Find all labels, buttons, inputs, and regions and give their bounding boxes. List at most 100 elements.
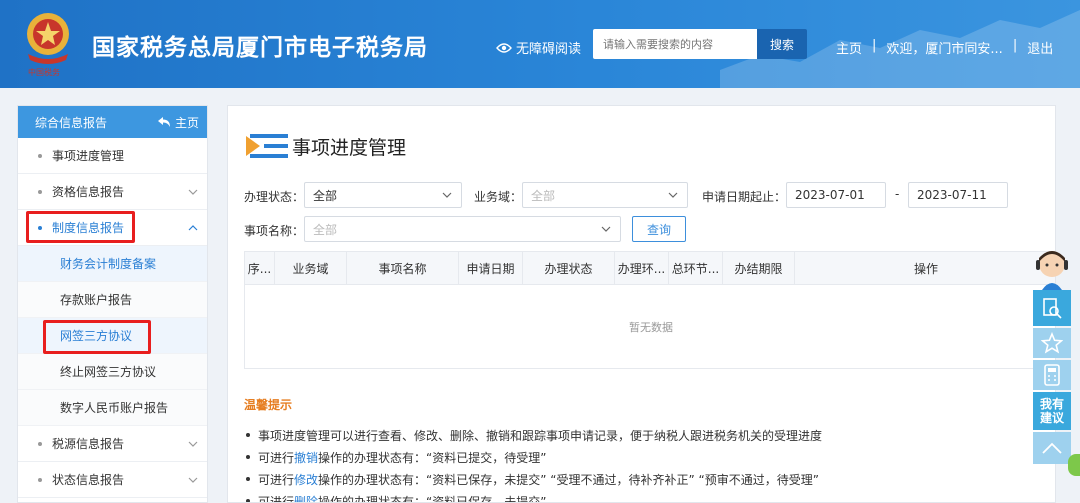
date-from-input[interactable]: 2023-07-01	[786, 182, 886, 208]
col-item-name[interactable]: 事项名称	[347, 252, 459, 285]
domain-label: 业务域：	[474, 190, 523, 204]
sidebar-item-qualification[interactable]: 资格信息报告	[18, 174, 207, 210]
tip-text: 操作的办理状态有：“资料已保存，未提交” “受理不通过，待补齐补正” “预审不通…	[318, 472, 819, 487]
tip-text: 可进行	[258, 450, 295, 465]
chevron-up-icon	[1042, 442, 1062, 454]
progress-table: 序... 业务域 事项名称 申请日期 办理状态 办理环... 总环节... 办结…	[244, 251, 1055, 369]
col-apply-date[interactable]: 申请日期	[459, 252, 523, 285]
tip-item: 可进行 撤销 操作的办理状态有：“资料已提交，待受理”	[246, 446, 1036, 468]
tip-text: 操作的办理状态有：“资料已保存，未提交”	[318, 494, 547, 503]
back-to-top-button[interactable]	[1033, 432, 1071, 464]
tips-list: 事项进度管理可以进行查看、修改、删除、撤销和跟踪事项申请记录，便于纳税人跟进税务…	[246, 424, 1036, 503]
table-empty-text: 暂无数据	[629, 321, 673, 334]
col-index[interactable]: 序...	[245, 252, 275, 285]
search-input[interactable]	[593, 29, 757, 59]
sidebar-subitem-terminate-agreement[interactable]: 终止网签三方协议	[18, 354, 207, 390]
col-deadline[interactable]: 办结期限	[723, 252, 795, 285]
site-header: 中国税务 国家税务总局厦门市电子税务局 无障碍阅读 搜索 主页 | 欢迎，厦门市…	[0, 0, 1080, 88]
sidebar-home-label: 主页	[174, 115, 199, 130]
nav-separator: |	[1012, 38, 1018, 53]
sidebar-subitem-digital-rmb[interactable]: 数字人民币账户报告	[18, 390, 207, 426]
search-button[interactable]: 搜索	[757, 29, 807, 59]
nav-home-link[interactable]: 主页	[836, 38, 862, 57]
assistant-avatar-icon[interactable]	[1030, 246, 1074, 290]
tip-item: 可进行 修改 操作的办理状态有：“资料已保存，未提交” “受理不通过，待补齐补正” …	[246, 468, 1036, 490]
svg-text:中国税务: 中国税务	[28, 67, 60, 77]
item-name-select[interactable]: 全部	[304, 216, 621, 242]
tips-title: 温馨提示	[244, 398, 293, 412]
main-panel: 事项进度管理 办理状态： 全部 业务域： 全部 申请日期起止： 2023-07-…	[227, 105, 1056, 503]
tax-emblem-logo[interactable]: 中国税务	[22, 10, 80, 78]
tip-item: 可进行 删除 操作的办理状态有：“资料已保存，未提交”	[246, 490, 1036, 503]
calculator-button[interactable]	[1033, 360, 1071, 390]
consult-button[interactable]	[1033, 290, 1071, 326]
tip-link-delete[interactable]: 删除	[294, 493, 318, 503]
site-title: 国家税务总局厦门市电子税务局	[92, 35, 428, 61]
star-icon	[1041, 332, 1063, 354]
col-total-steps[interactable]: 总环节...	[669, 252, 723, 285]
nav-logout-link[interactable]: 退出	[1027, 38, 1053, 57]
suggestion-button[interactable]: 我有 建议	[1033, 392, 1071, 430]
col-domain[interactable]: 业务域	[275, 252, 347, 285]
tip-item: 事项进度管理可以进行查看、修改、删除、撤销和跟踪事项申请记录，便于纳税人跟进税务…	[246, 424, 1036, 446]
tip-text: 事项进度管理可以进行查看、修改、删除、撤销和跟踪事项申请记录，便于纳税人跟进税务…	[258, 428, 823, 443]
chevron-down-icon	[188, 189, 198, 195]
chevron-down-icon	[188, 477, 198, 483]
highlight-box-system-report	[26, 211, 135, 243]
date-separator: -	[895, 187, 900, 201]
tip-text: 操作的办理状态有：“资料已提交，待受理”	[318, 450, 547, 465]
status-select-value: 全部	[313, 188, 338, 203]
sidebar-item-tax-source[interactable]: 税源信息报告	[18, 426, 207, 462]
query-button[interactable]: 查询	[632, 216, 686, 242]
page-title-block: 事项进度管理	[246, 131, 406, 161]
sidebar-item-label: 税源信息报告	[52, 437, 125, 451]
sidebar-home-link[interactable]: 主页	[157, 114, 199, 131]
sidebar-title: 综合信息报告	[35, 115, 108, 130]
nav-welcome-user[interactable]: 欢迎，厦门市同安...	[886, 38, 1002, 57]
domain-select[interactable]: 全部	[522, 182, 688, 208]
chevron-down-icon	[668, 192, 678, 198]
tip-link-revoke[interactable]: 撤销	[294, 449, 318, 466]
col-actions[interactable]: 操作	[795, 252, 1055, 285]
tip-text: 可进行	[258, 472, 295, 487]
chevron-down-icon	[601, 226, 611, 232]
accessibility-label: 无障碍阅读	[516, 42, 582, 57]
item-name-placeholder: 全部	[313, 222, 338, 237]
accessibility-link[interactable]: 无障碍阅读	[496, 38, 581, 57]
bullet-icon	[38, 477, 42, 482]
calculator-icon	[1044, 364, 1060, 386]
bullet-icon	[38, 189, 42, 194]
highlight-box-tripartite-agreement	[43, 320, 151, 354]
sidebar-subitem-deposit-account[interactable]: 存款账户报告	[18, 282, 207, 318]
status-label: 办理状态：	[244, 190, 305, 204]
domain-select-placeholder: 全部	[531, 188, 556, 203]
col-step[interactable]: 办理环...	[615, 252, 669, 285]
nav-separator: |	[872, 38, 877, 53]
table-header: 序... 业务域 事项名称 申请日期 办理状态 办理环... 总环节... 办结…	[245, 252, 1055, 285]
online-status-tab[interactable]	[1068, 454, 1080, 476]
item-name-label: 事项名称：	[244, 224, 305, 238]
tip-text: 可进行	[258, 494, 295, 503]
sidebar-item-status-report[interactable]: 状态信息报告	[18, 462, 207, 498]
document-search-icon	[1043, 298, 1062, 319]
bullet-icon	[38, 441, 42, 446]
tip-link-modify[interactable]: 修改	[294, 471, 318, 488]
sidebar-item-label: 事项进度管理	[52, 149, 125, 163]
chevron-down-icon	[442, 192, 452, 198]
suggestion-label-2: 建议	[1039, 411, 1064, 425]
chevron-up-icon	[188, 224, 198, 230]
sidebar-subitem-accounting-filing[interactable]: 财务会计制度备案	[18, 246, 207, 282]
date-to-input[interactable]: 2023-07-11	[908, 182, 1008, 208]
status-select[interactable]: 全部	[304, 182, 462, 208]
list-progress-icon	[246, 134, 288, 158]
sidebar-item-progress[interactable]: 事项进度管理	[18, 138, 207, 174]
top-nav: 主页 | 欢迎，厦门市同安... | 退出	[836, 38, 1053, 57]
sidebar-item-label: 状态信息报告	[52, 473, 125, 487]
page-title: 事项进度管理	[292, 136, 407, 159]
back-arrow-icon	[157, 117, 170, 127]
favorite-button[interactable]	[1033, 328, 1071, 358]
col-status[interactable]: 办理状态	[523, 252, 615, 285]
suggestion-label-1: 我有	[1039, 397, 1064, 411]
date-range-label: 申请日期起止：	[702, 190, 787, 204]
eye-icon	[496, 42, 512, 53]
